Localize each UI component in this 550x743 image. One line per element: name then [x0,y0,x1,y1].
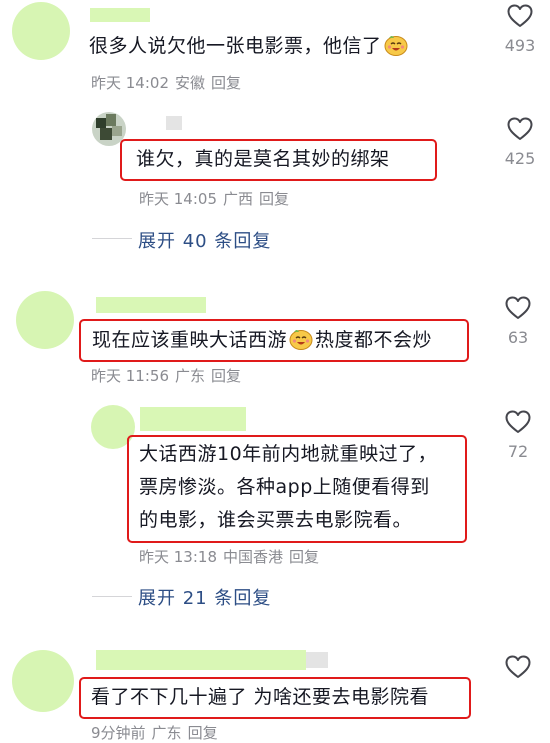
reply-text: 谁欠，真的是莫名其妙的绑架 [136,148,390,170]
reply-text-line: 大话西游10年前内地就重映过了， [139,443,438,465]
reply-meta: 昨天 13:18 中国香港 回复 [139,546,325,567]
reply-button[interactable]: 回复 [211,367,241,385]
username-redacted-tail [306,652,328,668]
like-count: 493 [504,36,536,55]
like-button[interactable] [493,655,543,683]
comment-meta: 昨天 11:56 广东 回复 [91,365,247,386]
reply-username-redacted[interactable] [166,116,182,130]
reply-time: 昨天 13:18 [139,548,217,566]
avatar[interactable] [12,650,74,712]
like-count: 425 [504,149,536,168]
like-button[interactable]: 72 [493,410,543,461]
username-redacted[interactable] [90,8,150,22]
avatar[interactable] [16,291,74,349]
expand-replies-button[interactable]: 展开 40 条回复 [138,227,271,253]
username-redacted[interactable] [96,650,306,670]
reply-time: 昨天 14:05 [139,190,217,208]
reply-username-redacted[interactable] [140,407,246,431]
comment-meta: 昨天 14:02 安徽 回复 [91,72,247,93]
heart-outline-icon [507,117,533,140]
comment-location: 广东 [175,367,206,385]
like-button[interactable]: 425 [495,117,545,168]
heart-outline-icon [505,296,531,319]
username-redacted[interactable] [96,297,206,313]
reply-text: 大话西游10年前内地就重映过了， 票房惨淡。各种app上随便看得到 的电影，谁会… [139,438,437,537]
like-button[interactable]: 63 [493,296,543,347]
reply-location: 中国香港 [223,548,284,566]
comment-text: 现在应该重映大话西游 热度都不会炒 [92,329,433,351]
heart-outline-icon [505,410,531,433]
reply-button[interactable]: 回复 [211,74,241,92]
comment-text: 很多人说欠他一张电影票，他信了 [89,31,410,62]
heart-outline-icon [507,4,533,27]
divider [92,596,132,597]
heart-outline-icon [505,655,531,678]
comment-time: 9分钟前 [91,724,146,742]
like-button[interactable]: 493 [495,4,545,55]
reply-button[interactable]: 回复 [289,548,319,566]
reply-meta: 昨天 14:05 广西 回复 [139,188,295,209]
laughing-face-emoji-icon [289,330,313,350]
comment-time: 昨天 11:56 [91,367,169,385]
like-count: 72 [507,442,529,461]
comment-time: 昨天 14:02 [91,74,169,92]
comment-text: 看了不下几十遍了 为啥还要去电影院看 [91,686,430,708]
expand-replies-button[interactable]: 展开 21 条回复 [138,584,271,610]
avatar[interactable] [12,2,70,60]
reply-location: 广西 [223,190,254,208]
comment-location: 广东 [151,724,182,742]
reply-text-line: 的电影，谁会买票去电影院看。 [139,509,413,531]
reply-button[interactable]: 回复 [188,724,218,742]
divider [92,238,132,239]
laughing-face-emoji-icon [384,36,408,56]
reply-text-line: 票房惨淡。各种app上随便看得到 [139,476,430,498]
like-count: 63 [507,328,529,347]
comment-meta: 9分钟前 广东 回复 [91,722,224,743]
reply-button[interactable]: 回复 [259,190,289,208]
comment-location: 安徽 [175,74,206,92]
